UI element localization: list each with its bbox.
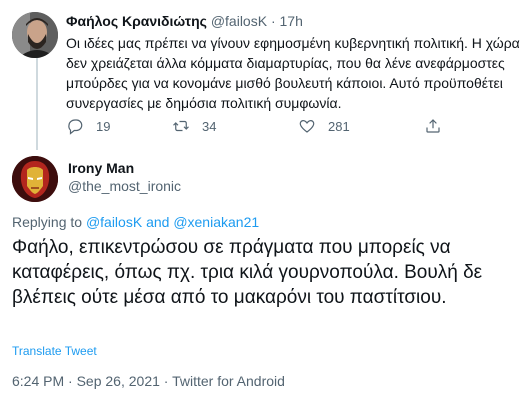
like-count: 281 (328, 118, 350, 134)
iron-man-mask-icon (12, 156, 58, 202)
author-name[interactable]: Irony Man (68, 160, 134, 176)
thread-connector-line (36, 58, 38, 150)
separator-dot: · (163, 373, 169, 389)
focused-tweet: Irony Man @the_most_ironic Replying to @… (0, 148, 532, 403)
share-icon (426, 119, 440, 133)
mention-link[interactable]: @failosK (86, 214, 142, 230)
tweet-time[interactable]: 6:24 PM (12, 373, 64, 389)
reply-count: 19 (96, 118, 111, 134)
tweet-actions: 19 34 281 (56, 117, 456, 137)
replying-to-line: Replying to @failosK and @xeniakan21 (12, 214, 259, 230)
parent-tweet-header: Φαήλος Κρανιδιώτης @failosK · 17h (66, 13, 303, 29)
person-photo-icon (12, 12, 58, 58)
avatar[interactable] (12, 156, 58, 202)
share-button[interactable] (424, 117, 442, 135)
avatar[interactable] (12, 12, 58, 58)
translate-tweet-link[interactable]: Translate Tweet (12, 344, 97, 358)
retweet-count: 34 (202, 118, 217, 134)
separator-dot: · (68, 373, 73, 389)
replying-to-prefix: Replying to (12, 214, 83, 230)
retweet-button[interactable]: 34 (172, 117, 216, 135)
reply-button[interactable]: 19 (66, 117, 110, 135)
tweet-time[interactable]: 17h (280, 13, 303, 29)
retweet-icon (173, 120, 189, 132)
parent-tweet[interactable]: Φαήλος Κρανιδιώτης @failosK · 17h Οι ιδέ… (0, 0, 532, 150)
author-handle[interactable]: @the_most_ironic (68, 178, 181, 194)
author-name[interactable]: Φαήλος Κρανιδιώτης (66, 13, 207, 29)
heart-icon (299, 120, 315, 133)
tweet-metadata: 6:24 PM · Sep 26, 2021 · Twitter for And… (12, 373, 285, 389)
tweet-source[interactable]: Twitter for Android (172, 373, 285, 389)
separator-dot: · (270, 13, 276, 29)
tweet-date[interactable]: Sep 26, 2021 (77, 373, 160, 389)
parent-tweet-text: Οι ιδέες μας πρέπει να γίνουν εφημοσμένη… (66, 35, 520, 111)
author-handle[interactable]: @failosK (211, 13, 267, 29)
like-button[interactable]: 281 (298, 117, 350, 135)
mention-link[interactable]: @xeniakan21 (173, 214, 259, 230)
focused-tweet-text: Φαήλο, επικεντρώσου σε πράγματα που μπορ… (12, 237, 483, 308)
replying-and: and (146, 214, 170, 230)
reply-icon (68, 119, 83, 135)
